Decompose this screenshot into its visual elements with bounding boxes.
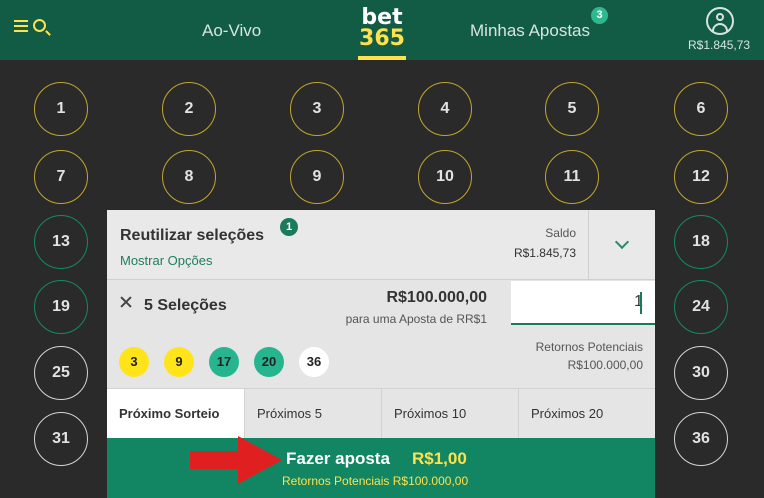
potential-amount: R$100.000,00: [386, 289, 487, 306]
collapse-slip-button[interactable]: [588, 210, 655, 280]
returns-label: Retornos Potenciais: [535, 340, 643, 354]
logo-active-indicator: [358, 56, 406, 60]
number-ball-2[interactable]: 2: [162, 82, 216, 136]
number-ball-6[interactable]: 6: [674, 82, 728, 136]
reuse-selections-title: Reutilizar seleções: [120, 227, 265, 244]
number-ball-30[interactable]: 30: [674, 346, 728, 400]
reuse-selections-badge: 1: [280, 218, 298, 236]
text-cursor: [640, 292, 642, 314]
number-ball-12[interactable]: 12: [674, 150, 728, 204]
number-ball-5[interactable]: 5: [545, 82, 599, 136]
number-ball-3[interactable]: 3: [290, 82, 344, 136]
selected-number-chip: 20: [254, 347, 284, 377]
number-ball-18[interactable]: 18: [674, 215, 728, 269]
draw-tabs: Próximo Sorteio Próximos 5 Próximos 10 P…: [107, 388, 655, 438]
returns-value: R$100.000,00: [567, 358, 643, 372]
selected-number-chip: 17: [209, 347, 239, 377]
selected-numbers: 3 9 17 20 36 Retornos Potenciais R$100.000,0…: [107, 334, 655, 388]
selections-count: 5 Seleções: [144, 297, 227, 314]
nav-in-play[interactable]: Ao-Vivo: [202, 21, 261, 41]
saldo-value: R$1.845,73: [513, 246, 576, 260]
brand-logo[interactable]: bet 365: [352, 7, 412, 59]
stake-input[interactable]: [511, 281, 655, 325]
bet-slip-header: Reutilizar seleções 1 Mostrar Opções Sal…: [107, 210, 655, 280]
place-bet-amount: R$1,00: [412, 449, 467, 468]
number-ball-31[interactable]: 31: [34, 412, 88, 466]
number-ball-25[interactable]: 25: [34, 346, 88, 400]
number-ball-4[interactable]: 4: [418, 82, 472, 136]
tab-next-20[interactable]: Próximos 20: [518, 389, 655, 438]
red-arrow-annotation: [190, 436, 282, 484]
selection-row: 5 Seleções R$100.000,00 para uma Aposta …: [107, 281, 655, 333]
place-bet-label: Fazer aposta: [286, 449, 390, 468]
saldo-label: Saldo: [545, 226, 576, 240]
tab-next-10[interactable]: Próximos 10: [381, 389, 518, 438]
close-icon[interactable]: [119, 295, 133, 309]
account-icon[interactable]: [706, 7, 734, 35]
nav-my-bets[interactable]: Minhas Apostas: [470, 21, 590, 41]
menu-search-button[interactable]: [14, 17, 52, 41]
number-ball-36[interactable]: 36: [674, 412, 728, 466]
my-bets-count-badge: 3: [591, 7, 608, 24]
show-options-link[interactable]: Mostrar Opções: [120, 253, 212, 268]
header-balance: R$1.845,73: [688, 38, 751, 52]
tab-next-5[interactable]: Próximos 5: [244, 389, 381, 438]
number-ball-1[interactable]: 1: [34, 82, 88, 136]
chevron-down-icon: [614, 234, 630, 250]
top-header: Ao-Vivo bet 365 Minhas Apostas 3 R$1.845…: [0, 0, 764, 60]
search-icon: [33, 19, 46, 32]
number-ball-19[interactable]: 19: [34, 280, 88, 334]
place-bet-returns: Retornos Potenciais R$100.000,00: [282, 474, 469, 488]
selected-number-chip: 9: [164, 347, 194, 377]
number-ball-24[interactable]: 24: [674, 280, 728, 334]
amount-note: para uma Aposta de RR$1: [345, 312, 487, 326]
number-ball-10[interactable]: 10: [418, 150, 472, 204]
selected-number-chip: 36: [299, 347, 329, 377]
number-ball-11[interactable]: 11: [545, 150, 599, 204]
number-ball-8[interactable]: 8: [162, 150, 216, 204]
number-ball-13[interactable]: 13: [34, 215, 88, 269]
selected-number-chip: 3: [119, 347, 149, 377]
tab-next-draw[interactable]: Próximo Sorteio: [107, 389, 244, 438]
number-ball-7[interactable]: 7: [34, 150, 88, 204]
number-ball-9[interactable]: 9: [290, 150, 344, 204]
